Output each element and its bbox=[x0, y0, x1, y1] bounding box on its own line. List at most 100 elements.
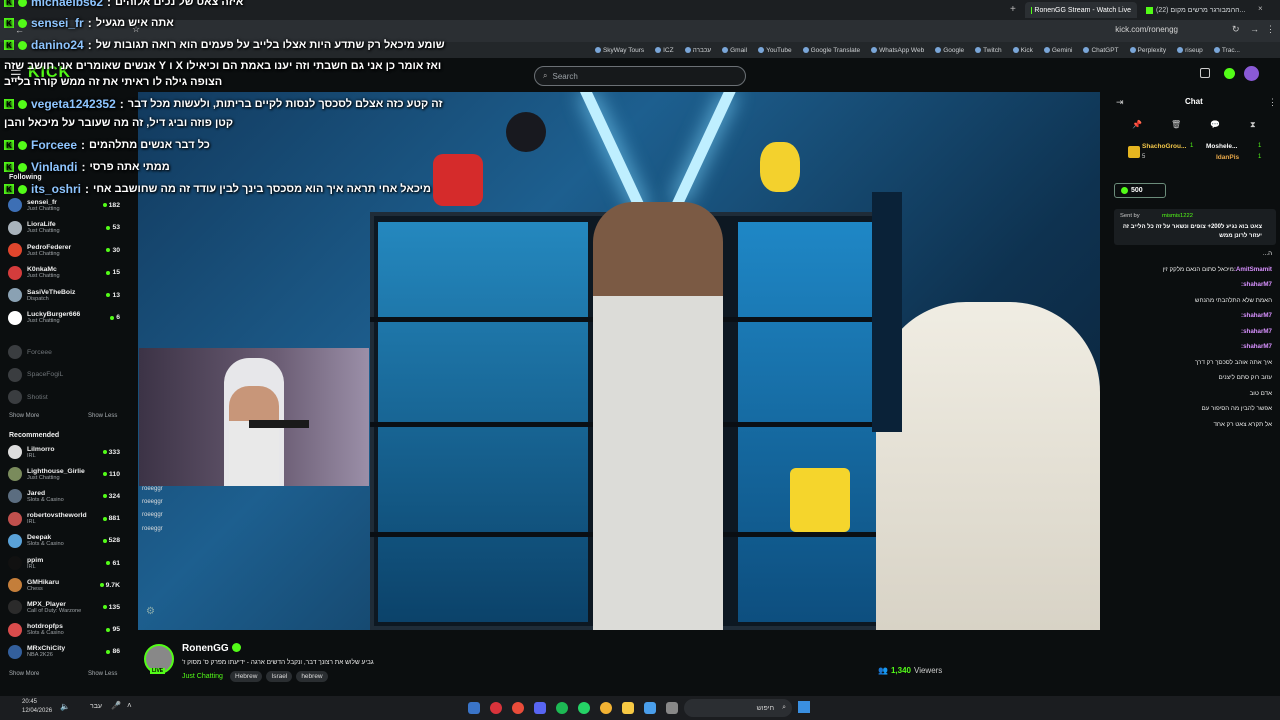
chat-user[interactable]: shaharM7: bbox=[1241, 328, 1272, 335]
taskbar-search[interactable]: חיפוש ⌕ bbox=[684, 699, 792, 717]
recommended-channel[interactable]: Deepak Slots & Casino 528 bbox=[8, 530, 120, 552]
sidebar-channel-offline[interactable]: Shotist bbox=[8, 386, 120, 408]
bookmark-item[interactable]: Twitch bbox=[975, 47, 1002, 54]
chat-user[interactable]: shaharM7: bbox=[1241, 281, 1272, 288]
bookmark-item[interactable]: Perplexity bbox=[1129, 47, 1166, 54]
sidebar-channel[interactable]: sensei_fr Just Chatting 182 bbox=[8, 194, 120, 216]
taskbar-app-icon[interactable] bbox=[556, 702, 568, 714]
taskbar-app-icon[interactable] bbox=[490, 702, 502, 714]
category-link[interactable]: Just Chatting bbox=[182, 673, 223, 680]
mic-icon[interactable]: 🎤 bbox=[111, 701, 121, 710]
language-indicator[interactable]: עבר bbox=[90, 703, 102, 710]
taskbar-app-icon[interactable] bbox=[622, 702, 634, 714]
sidebar-channel-offline[interactable]: Forceee bbox=[8, 341, 120, 363]
tag-chip[interactable]: Israel bbox=[266, 671, 293, 682]
sidebar-channel[interactable]: SasiVeTheBoiz Dispatch 13 bbox=[8, 284, 120, 306]
chevron-up-icon[interactable]: ˄ bbox=[127, 701, 132, 710]
chat-user[interactable]: shaharM7: bbox=[1241, 343, 1272, 350]
url-field[interactable]: kick.com/ronengg bbox=[1115, 25, 1178, 34]
kick-coin-icon[interactable] bbox=[1224, 68, 1235, 79]
bookmark-item[interactable]: Gemini bbox=[1043, 46, 1073, 54]
bookmark-item[interactable]: SkyWay Tours bbox=[594, 47, 644, 54]
recommended-channel[interactable]: MRxChiCity NBA 2K26 86 bbox=[8, 641, 120, 663]
recommended-channel[interactable]: Lighthouse_Girlie Just Chatting 110 bbox=[8, 463, 120, 485]
kicks-pill[interactable]: 500 bbox=[1114, 183, 1166, 198]
sidebar-channel[interactable]: LuckyBurger666 Just Chatting 6 bbox=[8, 307, 120, 329]
channel-name[interactable]: RonenGG bbox=[182, 643, 229, 654]
tag-chip[interactable]: hebrew bbox=[296, 671, 328, 682]
clock-time[interactable]: 20:45 bbox=[22, 699, 37, 705]
bookmark-item[interactable]: Gmail bbox=[722, 47, 747, 54]
bookmark-label: Gemini bbox=[1051, 46, 1073, 54]
settings-icon[interactable]: ⚙ bbox=[146, 606, 155, 617]
chat-user[interactable]: shaharM7: bbox=[1241, 312, 1272, 319]
bookmark-item[interactable]: ICZ bbox=[655, 47, 674, 54]
stream-manager-icon[interactable] bbox=[1200, 68, 1210, 78]
pinned-message[interactable]: Sent by mismis1222 צאט בוא נגיע ל200+ צו… bbox=[1114, 209, 1276, 245]
verified-badge-icon bbox=[18, 184, 27, 194]
sidebar-channel[interactable]: PedroFederer Just Chatting 30 bbox=[8, 239, 120, 261]
recommended-channel[interactable]: Jared Slots & Casino 324 bbox=[8, 485, 120, 507]
recommended-channel[interactable]: robertovstheworld IRL 881 bbox=[8, 508, 120, 530]
browser-tab[interactable]: (22) ההמבורגר מרשים מקום... bbox=[1140, 2, 1252, 18]
gifter-name[interactable]: Moshele... bbox=[1206, 143, 1237, 150]
bookmark-item[interactable]: YouTube bbox=[758, 47, 792, 54]
search-box[interactable]: ⌕ Search bbox=[534, 66, 746, 86]
sidebar-channel-offline[interactable]: SpaceFogiL bbox=[8, 364, 120, 386]
taskbar-app-icon[interactable] bbox=[512, 702, 524, 714]
recommended-channel[interactable]: GMHikaru Chess 9.7K bbox=[8, 574, 120, 596]
bookmark-item[interactable]: Kick bbox=[1012, 47, 1033, 54]
sidebar-channel[interactable]: K0nkaMc Just Chatting 15 bbox=[8, 262, 120, 284]
recommended-channel[interactable]: hotdropfps Slots & Casino 95 bbox=[8, 619, 120, 641]
recommended-channel[interactable]: ppim IRL 61 bbox=[8, 552, 120, 574]
spiderman-figure bbox=[506, 112, 546, 152]
chat-user[interactable]: AmitSmamit: bbox=[1234, 266, 1272, 273]
speaker-icon[interactable]: 🔈 bbox=[60, 702, 70, 711]
taskbar-app-icon[interactable] bbox=[534, 702, 546, 714]
overlay-chat-sep: : bbox=[81, 160, 86, 174]
taskbar-app-icon[interactable] bbox=[666, 702, 678, 714]
taskbar-app-icon[interactable] bbox=[578, 702, 590, 714]
recommended-channel[interactable]: Lilmorro IRL 333 bbox=[8, 441, 120, 463]
collapse-chat-icon[interactable]: ⇥ bbox=[1116, 97, 1124, 108]
gifter-name[interactable]: ShachoGrou... bbox=[1142, 143, 1186, 150]
trash-icon[interactable]: 🗑 bbox=[1171, 120, 1181, 129]
overlay-chat-line: Ksensei_fr: אתה איש מגעיל bbox=[4, 16, 174, 30]
show-more-button[interactable]: Show More bbox=[9, 671, 39, 677]
tag-chip[interactable]: Hebrew bbox=[230, 671, 263, 682]
new-tab-button[interactable]: + bbox=[1010, 4, 1022, 16]
user-avatar[interactable] bbox=[1244, 66, 1259, 81]
bookmark-item[interactable]: Trac... bbox=[1213, 47, 1240, 54]
sidebar-channel[interactable]: LioraLife Just Chatting 53 bbox=[8, 217, 120, 239]
bookmark-item[interactable]: riseup bbox=[1177, 47, 1203, 54]
browser-tab-active[interactable]: RonenGG Stream - Watch Live bbox=[1025, 2, 1137, 18]
close-tab-icon[interactable]: × bbox=[1258, 4, 1263, 13]
pin-icon[interactable]: 📌 bbox=[1132, 120, 1142, 129]
start-button-icon[interactable] bbox=[798, 701, 810, 713]
hourglass-icon[interactable]: ⧗ bbox=[1250, 120, 1256, 130]
recommended-channel[interactable]: MPX_Player Call of Duty: Warzone 135 bbox=[8, 596, 120, 618]
bookmark-item[interactable]: ChatGPT bbox=[1083, 47, 1119, 54]
clock-date[interactable]: 12/04/2026 bbox=[22, 708, 52, 714]
show-more-button[interactable]: Show More bbox=[9, 413, 39, 419]
kicks-icon bbox=[1121, 187, 1128, 194]
taskbar-app-icon[interactable] bbox=[600, 702, 612, 714]
taskbar-app-icon[interactable] bbox=[644, 702, 656, 714]
kick-badge-icon: K bbox=[4, 140, 14, 150]
channel-avatar bbox=[8, 644, 22, 659]
show-less-button[interactable]: Show Less bbox=[88, 671, 117, 677]
taskbar-app-icon[interactable] bbox=[468, 702, 480, 714]
pinned-text: צאט בוא נגיע ל200+ צופים ונשאר על זה כל … bbox=[1122, 224, 1262, 239]
bookmark-item[interactable]: Google Translate bbox=[802, 47, 860, 54]
overlay-chat-sep: : bbox=[119, 97, 124, 111]
gifter-name[interactable]: IdanPis bbox=[1216, 154, 1239, 161]
chat-menu-icon[interactable]: ⋮ bbox=[1268, 97, 1277, 108]
menu-icon[interactable]: ⋮ bbox=[1266, 24, 1275, 35]
refresh-icon[interactable]: ↻ bbox=[1232, 24, 1240, 35]
bookmark-item[interactable]: עכברה bbox=[684, 47, 711, 54]
forward-icon[interactable]: → bbox=[1250, 24, 1259, 34]
bookmark-item[interactable]: WhatsApp Web bbox=[871, 47, 924, 54]
chat-bubble-icon[interactable]: 💬 bbox=[1210, 120, 1220, 129]
show-less-button[interactable]: Show Less bbox=[88, 413, 117, 419]
bookmark-item[interactable]: Google bbox=[935, 47, 964, 54]
